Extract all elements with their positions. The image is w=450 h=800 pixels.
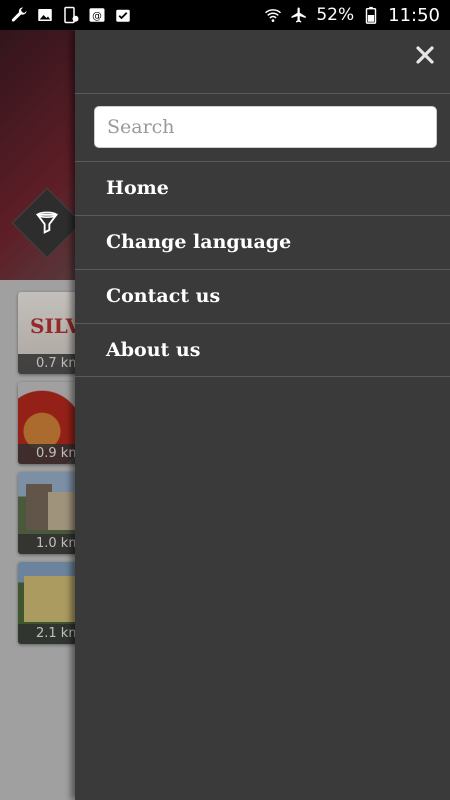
menu-item-label: Change language	[106, 230, 292, 253]
clock: 11:50	[388, 4, 440, 26]
clipboard-check-icon	[114, 6, 132, 24]
menu-item-label: About us	[106, 338, 201, 361]
menu-item-label: Contact us	[106, 284, 221, 307]
search-input[interactable]	[94, 106, 437, 148]
menu-item-about-us[interactable]: About us	[75, 323, 450, 376]
navigation-drawer: Home Change language Contact us About us	[75, 30, 450, 800]
divider	[75, 93, 450, 94]
status-bar-right: 52% 11:50	[264, 5, 440, 26]
menu-item-change-language[interactable]: Change language	[75, 215, 450, 268]
menu-item-contact-us[interactable]: Contact us	[75, 269, 450, 322]
menu-item-home[interactable]: Home	[75, 161, 450, 214]
image-icon	[36, 6, 54, 24]
wifi-icon	[264, 6, 282, 24]
filter-icon	[35, 211, 59, 234]
menu-item-label: Home	[106, 176, 169, 199]
status-bar-left: @	[10, 6, 132, 24]
divider	[75, 376, 450, 377]
wrench-icon	[10, 6, 28, 24]
close-button[interactable]	[414, 44, 436, 66]
airplane-icon	[290, 6, 308, 24]
device-icon	[62, 6, 80, 24]
battery-percent: 52%	[316, 5, 355, 25]
battery-icon	[362, 6, 380, 24]
close-icon	[416, 46, 434, 64]
status-bar: @ 52% 11:50	[0, 0, 450, 30]
svg-text:@: @	[92, 11, 102, 22]
email-icon: @	[88, 6, 106, 24]
